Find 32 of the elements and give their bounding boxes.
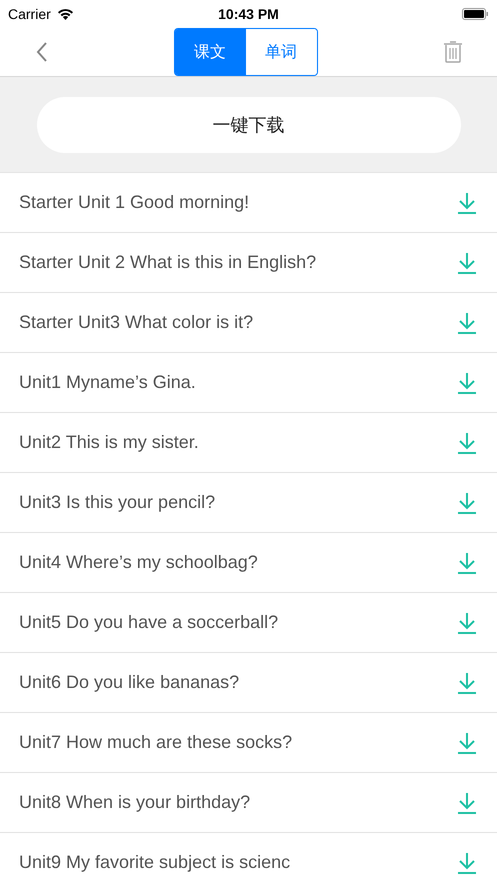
download-icon[interactable] [457, 672, 477, 694]
lesson-title[interactable]: Unit9 My favorite subject is scienc [19, 852, 290, 873]
lesson-title[interactable]: Unit8 When is your birthday? [19, 792, 250, 813]
lesson-title[interactable]: Unit3 Is this your pencil? [19, 492, 216, 513]
download-icon[interactable] [457, 732, 477, 754]
trash-icon[interactable] [443, 41, 463, 63]
download-icon[interactable] [457, 792, 477, 814]
status-time: 10:43 PM [218, 6, 279, 22]
wifi-icon [56, 8, 74, 20]
battery-icon [462, 8, 489, 20]
lesson-title[interactable]: Unit1 Myname’s Gina. [19, 372, 196, 393]
download-icon[interactable] [457, 252, 477, 274]
lesson-title[interactable]: Unit6 Do you like bananas? [19, 672, 240, 693]
lesson-title[interactable]: Unit7 How much are these socks? [19, 732, 292, 753]
download-icon[interactable] [457, 552, 477, 574]
download-icon[interactable] [457, 192, 477, 214]
lesson-title[interactable]: Starter Unit 2 What is this in English? [19, 252, 316, 273]
lesson-title[interactable]: Starter Unit3 What color is it? [19, 312, 254, 333]
download-icon[interactable] [457, 492, 477, 514]
download-icon[interactable] [457, 852, 477, 874]
lesson-title[interactable]: Unit5 Do you have a soccerball? [19, 612, 278, 633]
download-all-button[interactable]: 一键下载 [36, 96, 460, 152]
lesson-title[interactable]: Unit4 Where’s my schoolbag? [19, 552, 258, 573]
lesson-title[interactable]: Unit2 This is my sister. [19, 432, 199, 453]
download-icon[interactable] [457, 432, 477, 454]
back-icon[interactable] [36, 42, 48, 62]
segment-tab[interactable]: 课文 [174, 29, 246, 75]
lesson-title[interactable]: Starter Unit 1 Good morning! [19, 192, 250, 213]
carrier-label: Carrier [8, 6, 51, 22]
download-icon[interactable] [457, 612, 477, 634]
download-icon[interactable] [457, 312, 477, 334]
download-icon[interactable] [457, 372, 477, 394]
